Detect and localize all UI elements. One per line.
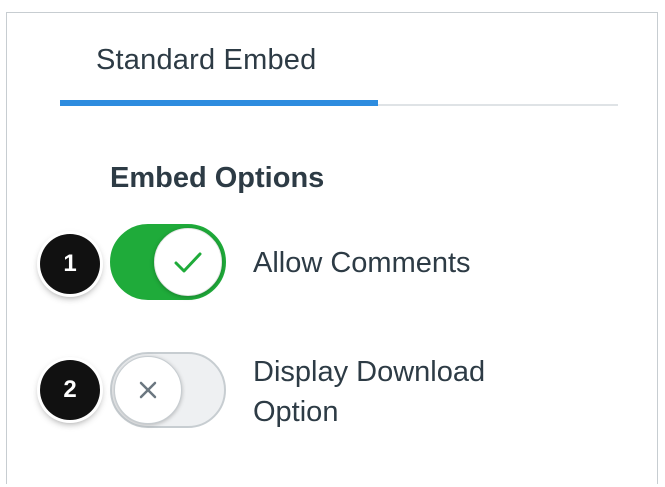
tab-standard-embed[interactable]: Standard Embed [96, 44, 316, 77]
toggle-knob [114, 356, 182, 424]
display-download-toggle[interactable] [110, 352, 226, 428]
display-download-label-line2: Option [253, 396, 339, 428]
x-icon [139, 381, 157, 399]
display-download-label-line1: Display Download [253, 356, 486, 388]
allow-comments-toggle[interactable] [110, 224, 226, 300]
tab-active-indicator [60, 100, 378, 106]
callout-badge-1: 1 [40, 234, 100, 294]
toggle-knob [154, 228, 222, 296]
callout-badge-2: 2 [40, 360, 100, 420]
embed-options-heading: Embed Options [110, 162, 325, 194]
allow-comments-label: Allow Comments [253, 247, 471, 279]
check-icon [174, 252, 202, 273]
